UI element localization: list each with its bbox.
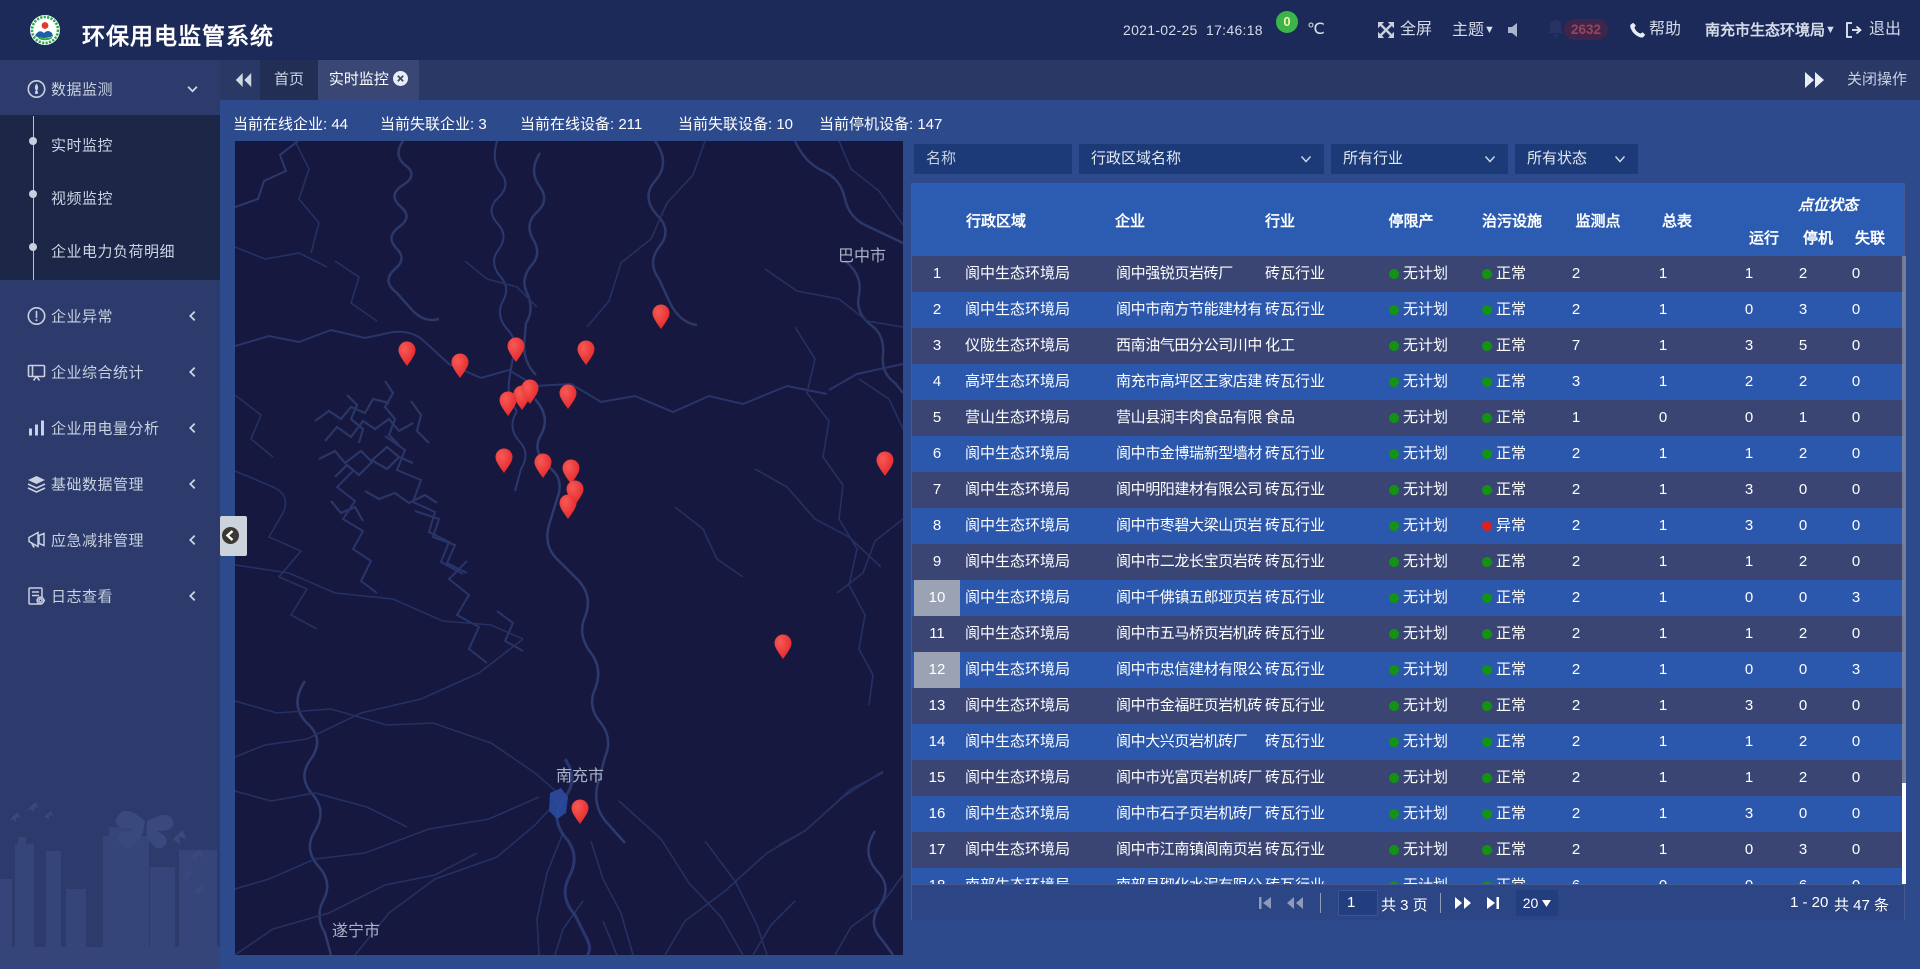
svg-text:巴中市: 巴中市	[838, 247, 886, 265]
svg-text:遂宁市: 遂宁市	[332, 922, 380, 940]
svg-text:南充市: 南充市	[556, 767, 604, 785]
